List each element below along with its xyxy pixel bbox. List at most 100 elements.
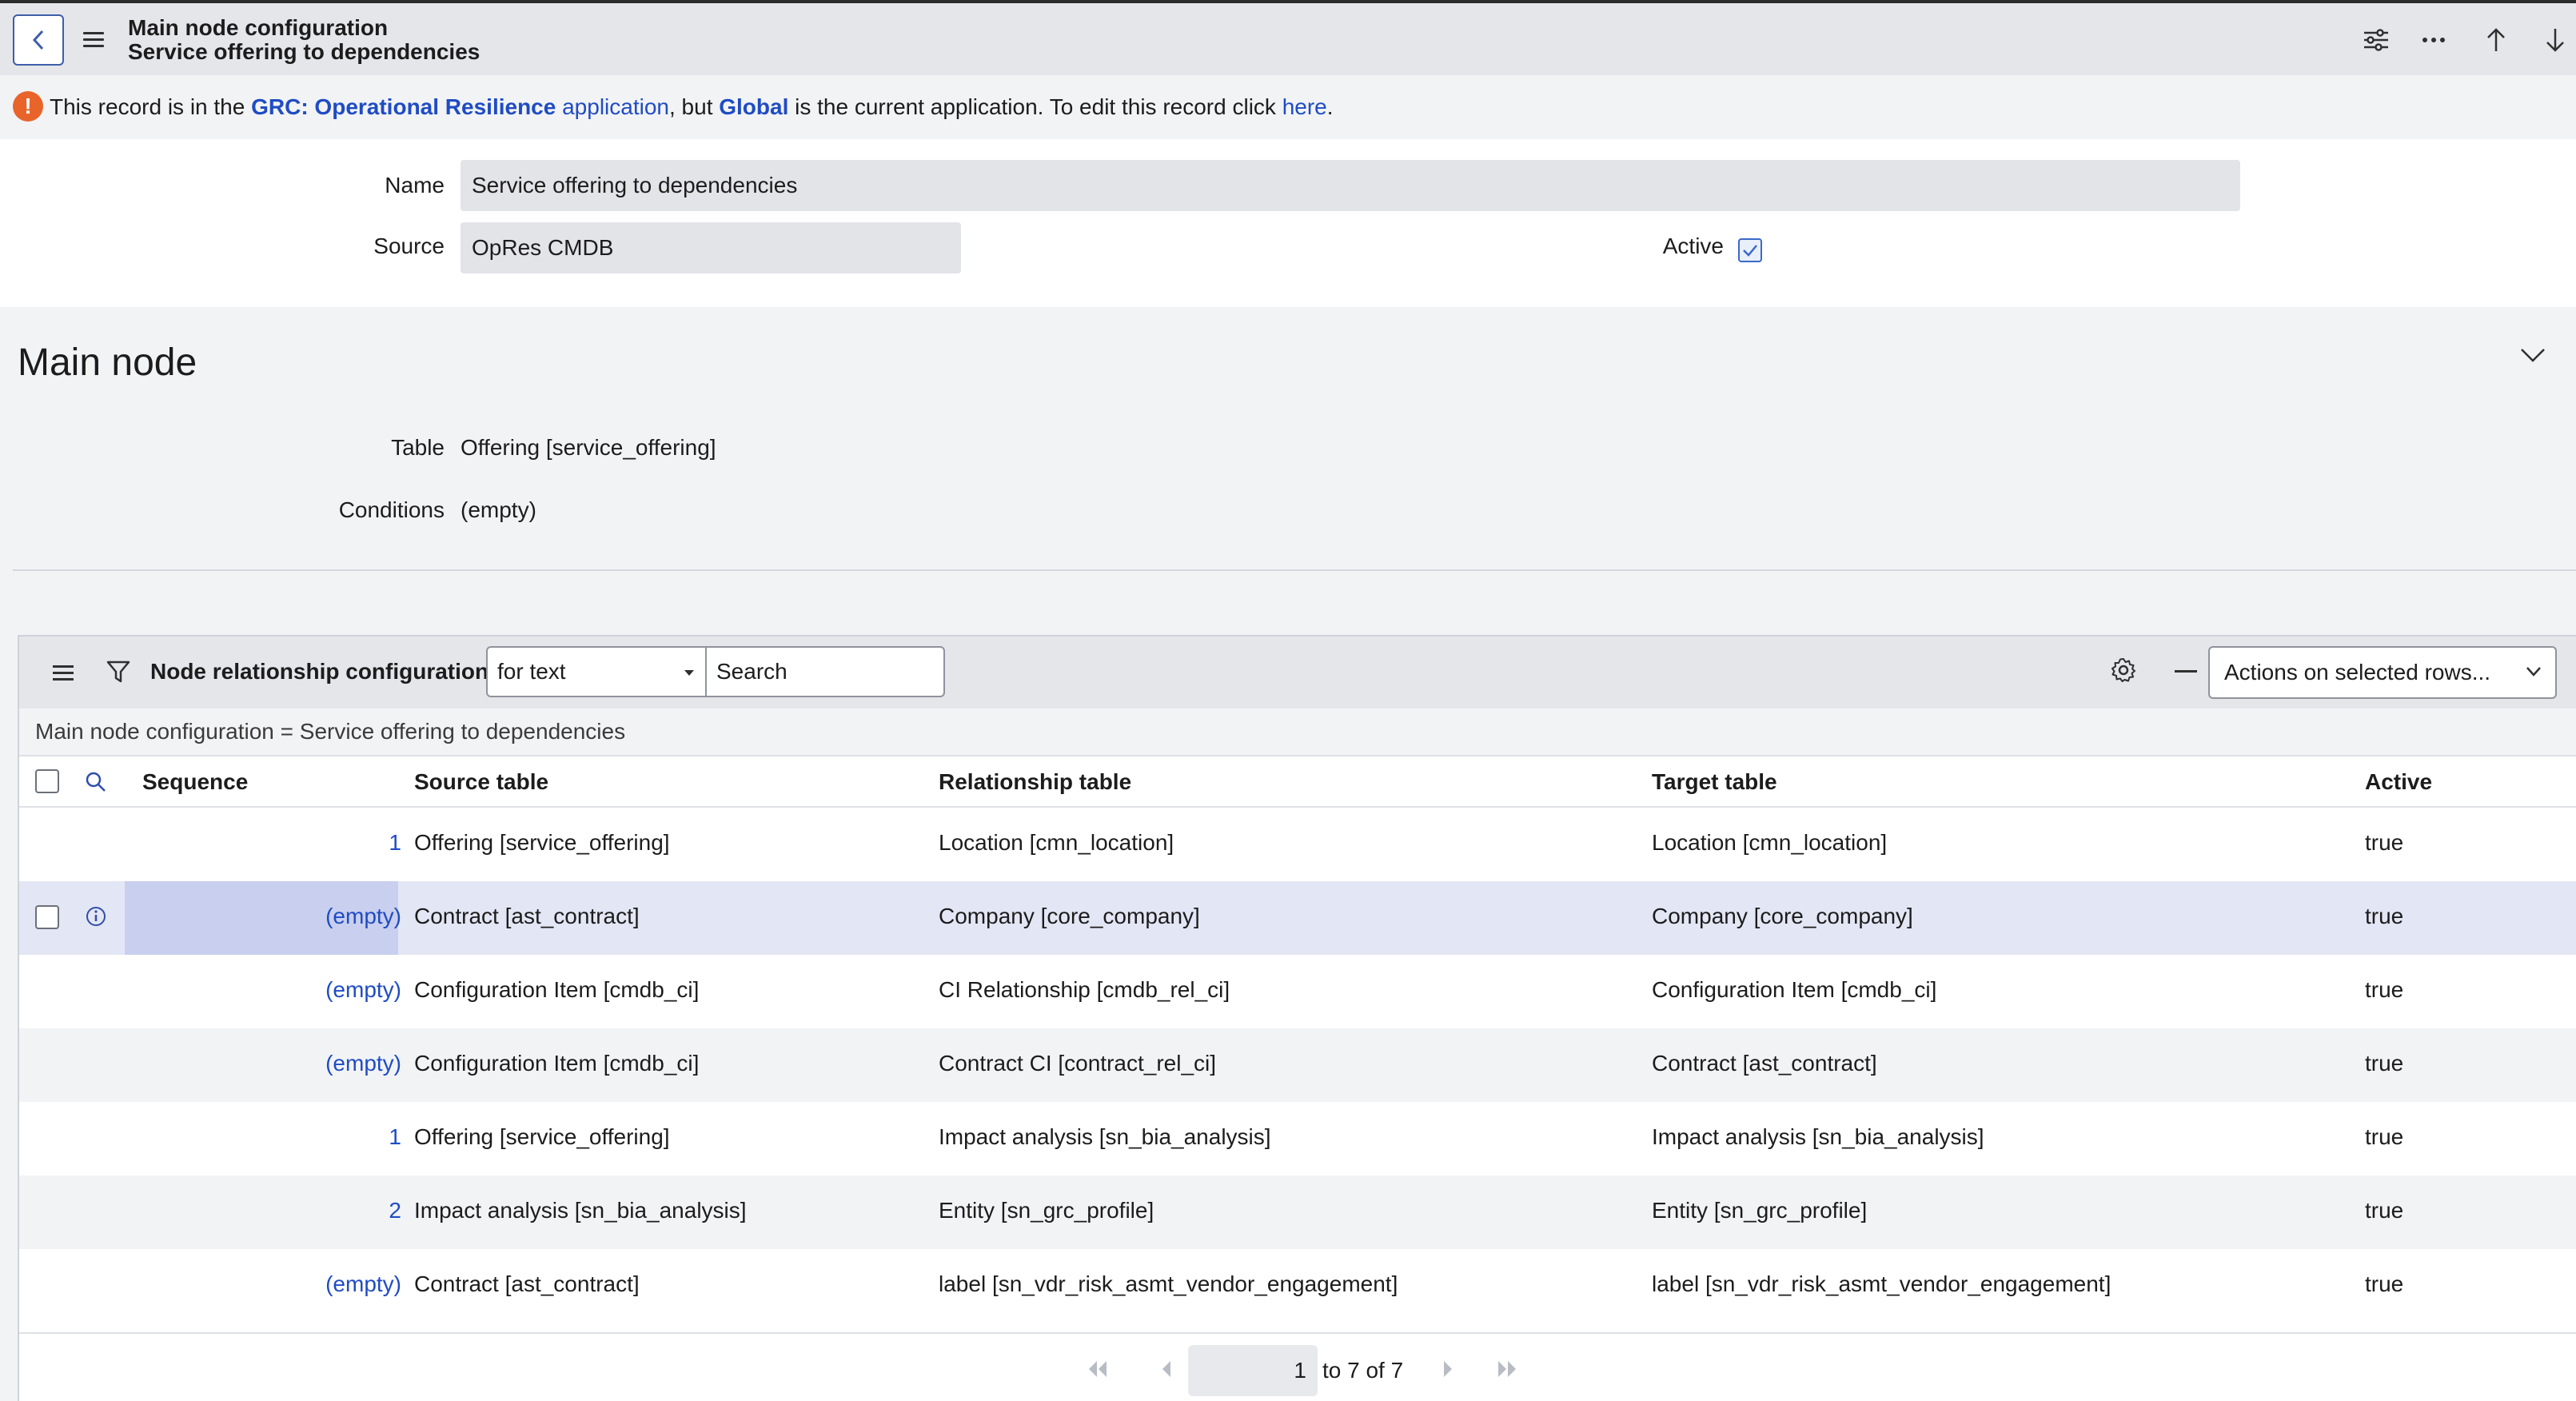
chevron-down-icon: [2526, 667, 2541, 677]
active-label: Active: [1662, 234, 1724, 258]
section-title: Main node: [18, 341, 197, 384]
name-field[interactable]: Service offering to dependencies: [461, 160, 2240, 211]
sequence-link[interactable]: (empty): [325, 1271, 401, 1297]
table-row[interactable]: 1 Offering [service_offering] Location […: [19, 808, 2576, 881]
table-row[interactable]: (empty) Configuration Item [cmdb_ci] Con…: [19, 1028, 2576, 1102]
relationship-table-cell: Company [core_company]: [939, 904, 1200, 928]
table-row[interactable]: (empty) Contract [ast_contract] label [s…: [19, 1249, 2576, 1323]
active-cell: true: [2365, 977, 2404, 1002]
active-checkbox[interactable]: [1738, 238, 1762, 262]
last-page-icon[interactable]: [1495, 1359, 1519, 1379]
header-title: Main node configuration: [128, 15, 389, 40]
target-table-cell: Contract [ast_contract]: [1652, 1051, 1877, 1076]
record-form: Name Service offering to dependencies So…: [0, 139, 2576, 307]
sequence-link[interactable]: 1: [389, 1124, 401, 1150]
target-table-cell: label [sn_vdr_risk_asmt_vendor_engagemen…: [1652, 1271, 2111, 1296]
table-row[interactable]: (empty) Configuration Item [cmdb_ci] CI …: [19, 955, 2576, 1028]
actions-select[interactable]: Actions on selected rows...: [2208, 646, 2557, 699]
previous-page-icon[interactable]: [1154, 1359, 1178, 1379]
app-link[interactable]: GRC: Operational Resilience: [251, 94, 556, 119]
active-cell: true: [2365, 1198, 2404, 1223]
search-field-select[interactable]: for text: [486, 646, 707, 697]
column-header-sequence[interactable]: Sequence: [142, 769, 248, 795]
checkmark-icon: [1743, 245, 1757, 257]
source-table-cell: Configuration Item [cmdb_ci]: [414, 1051, 700, 1076]
filter-breadcrumb[interactable]: Main node configuration = Service offeri…: [19, 708, 2576, 756]
relationship-table-cell: CI Relationship [cmdb_rel_ci]: [939, 977, 1230, 1002]
chevron-left-icon: [32, 30, 44, 50]
current-app-link[interactable]: Global: [719, 94, 788, 119]
menu-icon[interactable]: [83, 32, 104, 48]
section-divider: [13, 569, 2576, 571]
sequence-link[interactable]: 2: [389, 1198, 401, 1223]
arrow-up-icon[interactable]: [2480, 24, 2512, 56]
source-table-cell: Configuration Item [cmdb_ci]: [414, 977, 700, 1002]
target-table-cell: Impact analysis [sn_bia_analysis]: [1652, 1124, 1984, 1149]
column-header-source-table[interactable]: Source table: [414, 769, 548, 795]
source-label: Source: [373, 234, 445, 258]
relationship-table-cell: Entity [sn_grc_profile]: [939, 1198, 1154, 1223]
related-list: Node relationship configurations for tex…: [18, 635, 2576, 1401]
source-field[interactable]: OpRes CMDB: [461, 222, 961, 273]
info-icon[interactable]: [85, 905, 107, 928]
source-table-cell: Impact analysis [sn_bia_analysis]: [414, 1198, 747, 1223]
relationship-table-cell: Impact analysis [sn_bia_analysis]: [939, 1124, 1271, 1149]
list-menu-icon[interactable]: [53, 665, 74, 685]
target-table-cell: Configuration Item [cmdb_ci]: [1652, 977, 1937, 1002]
next-page-icon[interactable]: [1436, 1359, 1460, 1379]
target-table-cell: Location [cmn_location]: [1652, 830, 1888, 855]
more-options-icon[interactable]: [2418, 24, 2450, 56]
back-button[interactable]: [13, 14, 64, 66]
name-label: Name: [385, 173, 445, 198]
source-table-cell: Contract [ast_contract]: [414, 904, 640, 928]
sequence-link[interactable]: 1: [389, 830, 401, 856]
source-table-cell: Contract [ast_contract]: [414, 1271, 640, 1296]
relationship-table-cell: label [sn_vdr_risk_asmt_vendor_engagemen…: [939, 1271, 1398, 1296]
info-banner: ! This record is in the GRC: Operational…: [0, 75, 2576, 139]
table-row[interactable]: 2 Impact analysis [sn_bia_analysis] Enti…: [19, 1175, 2576, 1249]
active-cell: true: [2365, 1051, 2404, 1076]
page-number-input[interactable]: 1: [1188, 1345, 1318, 1396]
column-header-relationship-table[interactable]: Relationship table: [939, 769, 1131, 795]
column-header-target-table[interactable]: Target table: [1652, 769, 1777, 795]
sequence-link[interactable]: (empty): [325, 904, 401, 929]
here-link[interactable]: here: [1282, 94, 1327, 119]
page-range-text: to 7 of 7: [1322, 1358, 1404, 1383]
active-cell: true: [2365, 1271, 2404, 1296]
select-all-checkbox[interactable]: [35, 769, 59, 793]
related-list-toolbar: Node relationship configurations for tex…: [19, 637, 2576, 708]
conditions-value: (empty): [461, 497, 536, 522]
relationship-table-cell: Contract CI [contract_rel_ci]: [939, 1051, 1217, 1076]
row-checkbox[interactable]: [35, 905, 59, 929]
table-row[interactable]: 1 Offering [service_offering] Impact ana…: [19, 1102, 2576, 1175]
chevron-down-icon[interactable]: [2518, 345, 2550, 377]
collapse-list-icon[interactable]: [2175, 670, 2197, 673]
source-table-cell: Offering [service_offering]: [414, 830, 670, 855]
conditions-label: Conditions: [338, 497, 445, 522]
sequence-link[interactable]: (empty): [325, 977, 401, 1003]
target-table-cell: Company [core_company]: [1652, 904, 1913, 928]
arrow-down-icon[interactable]: [2539, 24, 2571, 56]
personalize-sliders-icon[interactable]: [2360, 24, 2392, 56]
search-input[interactable]: Search: [705, 646, 945, 697]
first-page-icon[interactable]: [1086, 1359, 1110, 1379]
active-cell: true: [2365, 1124, 2404, 1149]
relationship-table-cell: Location [cmn_location]: [939, 830, 1174, 855]
table-value: Offering [service_offering]: [461, 435, 716, 460]
header-subtitle: Service offering to dependencies: [128, 39, 481, 64]
table-header: Sequence Source table Relationship table…: [19, 756, 2576, 808]
search-icon[interactable]: [85, 771, 107, 793]
active-cell: true: [2365, 830, 2404, 855]
column-header-active[interactable]: Active: [2365, 769, 2432, 795]
banner-message: This record is in the GRC: Operational R…: [50, 94, 1334, 119]
app-word-link[interactable]: application: [556, 94, 669, 119]
source-table-cell: Offering [service_offering]: [414, 1124, 670, 1149]
record-header: Main node configuration Service offering…: [0, 0, 2576, 75]
warning-icon: !: [13, 91, 43, 122]
gear-icon[interactable]: [2109, 656, 2141, 688]
pagination: 1 to 7 of 7: [19, 1332, 2576, 1401]
active-cell: true: [2365, 904, 2404, 928]
filter-icon[interactable]: [106, 659, 133, 686]
sequence-link[interactable]: (empty): [325, 1051, 401, 1076]
table-row[interactable]: (empty) Contract [ast_contract] Company …: [19, 881, 2576, 955]
